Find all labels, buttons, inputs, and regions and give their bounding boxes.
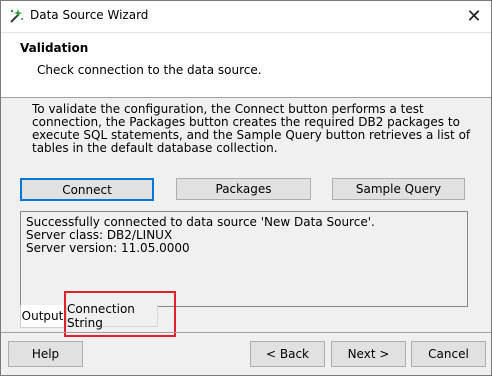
window-title: Data Source Wizard xyxy=(30,8,149,22)
page-subtitle: Check connection to the data source. xyxy=(37,63,262,77)
instructions-text: To validate the configuration, the Conne… xyxy=(32,102,471,155)
output-text: Successfully connected to data source 'N… xyxy=(26,216,375,255)
connect-button[interactable]: Connect xyxy=(20,178,154,201)
output-line: Server version: 11.05.0000 xyxy=(26,241,190,255)
page-title: Validation xyxy=(20,41,89,55)
sample-query-button[interactable]: Sample Query xyxy=(332,178,465,200)
footer-divider xyxy=(1,332,491,333)
back-button[interactable]: < Back xyxy=(250,341,325,367)
wizard-window: Data Source Wizard ✕ Validation Check co… xyxy=(0,0,492,376)
page-header: Validation Check connection to the data … xyxy=(1,32,491,98)
packages-button[interactable]: Packages xyxy=(176,178,311,200)
help-button[interactable]: Help xyxy=(8,341,83,367)
tab-output[interactable]: Output xyxy=(20,305,65,328)
output-line: Server class: DB2/LINUX xyxy=(26,228,173,242)
wizard-wand-icon xyxy=(10,9,23,23)
title-bar: Data Source Wizard ✕ xyxy=(1,1,491,32)
output-line: Successfully connected to data source 'N… xyxy=(26,215,375,229)
next-button[interactable]: Next > xyxy=(331,341,406,367)
close-icon[interactable]: ✕ xyxy=(457,1,491,32)
highlight-box xyxy=(64,291,176,337)
cancel-button[interactable]: Cancel xyxy=(411,341,486,367)
